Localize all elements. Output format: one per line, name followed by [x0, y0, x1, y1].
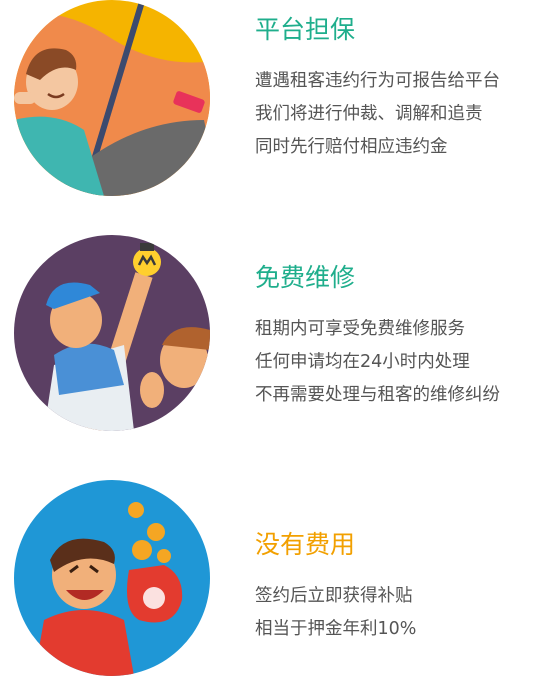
feature-description-line: 同时先行赔付相应违约金 [255, 137, 448, 157]
feature-description-line: 我们将进行仲裁、调解和追责 [255, 104, 483, 124]
money-bag-coins-illustration [14, 480, 210, 676]
feature-text: 免费维修 租期内可享受免费维修服务 任何申请均在24小时内处理 不再需要处理与租… [255, 263, 545, 412]
feature-text: 没有费用 签约后立即获得补贴 相当于押金年利10% [255, 530, 545, 646]
umbrella-guarantee-illustration [14, 0, 210, 196]
feature-description-line: 不再需要处理与租客的维修纠纷 [255, 385, 500, 405]
feature-platform-guarantee: 平台担保 遭遇租客违约行为可报告给平台 我们将进行仲裁、调解和追责 同时先行赔付… [0, 0, 548, 200]
feature-no-fees: 没有费用 签约后立即获得补贴 相当于押金年利10% [0, 480, 548, 677]
feature-title: 平台担保 [255, 15, 356, 44]
feature-description-line: 任何申请均在24小时内处理 [255, 352, 470, 372]
feature-title: 免费维修 [255, 263, 356, 292]
feature-description-line: 相当于押金年利10% [255, 619, 417, 639]
feature-free-repair: 免费维修 租期内可享受免费维修服务 任何申请均在24小时内处理 不再需要处理与租… [0, 235, 548, 435]
feature-description-line: 租期内可享受免费维修服务 [255, 319, 465, 339]
feature-description-line: 签约后立即获得补贴 [255, 586, 413, 606]
feature-title: 没有费用 [255, 530, 356, 559]
feature-description-line: 遭遇租客违约行为可报告给平台 [255, 71, 500, 91]
repairman-lightbulb-illustration [14, 235, 210, 431]
feature-text: 平台担保 遭遇租客违约行为可报告给平台 我们将进行仲裁、调解和追责 同时先行赔付… [255, 15, 545, 164]
